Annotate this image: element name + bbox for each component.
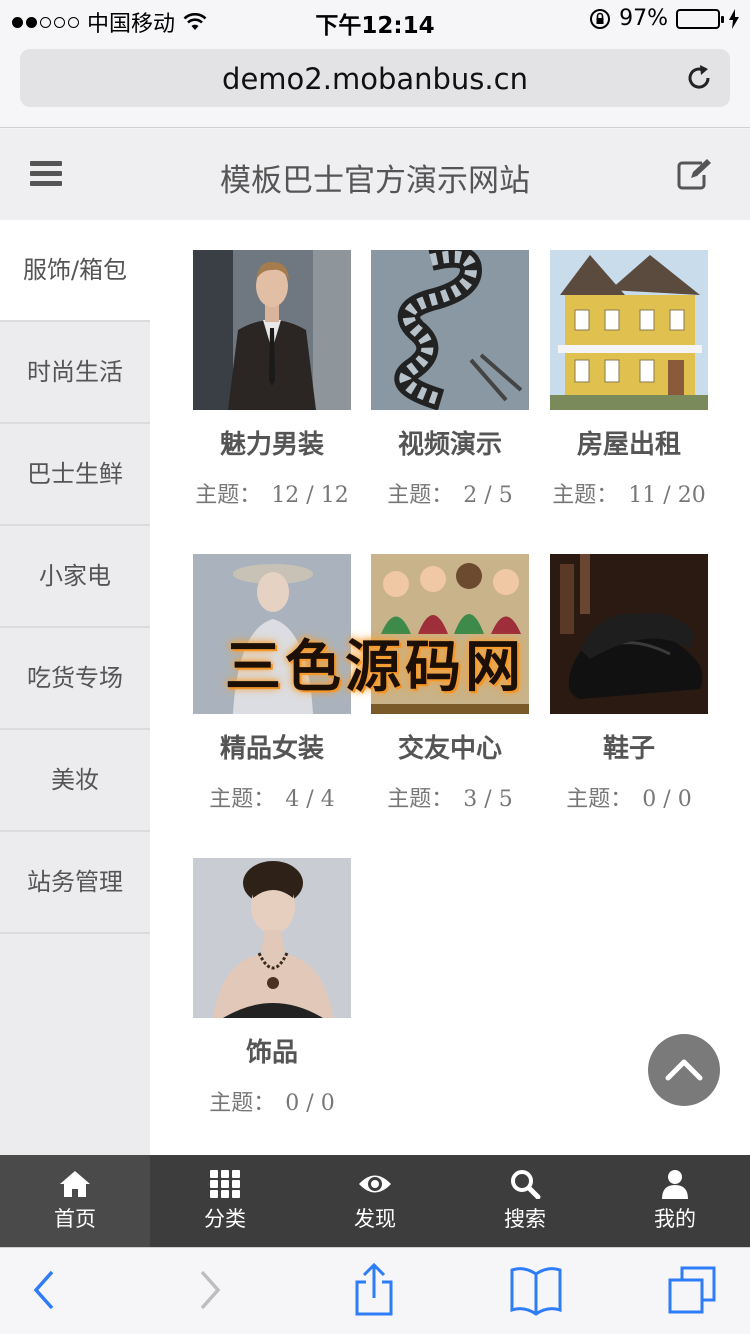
share-icon[interactable]	[352, 1262, 396, 1318]
forum-topic-count: 主题： 0 / 0	[566, 787, 692, 812]
sidebar-item-beauty[interactable]: 美妆	[0, 730, 150, 832]
category-sidebar: 服饰/箱包 时尚生活 巴士生鲜 小家电 吃货专场 美妆 站务管理	[0, 220, 150, 1155]
browser-toolbar	[0, 1247, 750, 1334]
watermark-overlay: 三色源码网	[225, 635, 525, 700]
house-thumbnail[interactable]	[550, 250, 708, 410]
site-header: 模板巴士官方演示网站	[0, 129, 750, 220]
forum-topic-count: 主题： 0 / 0	[209, 1091, 335, 1116]
address-bar[interactable]: demo2.mobanbus.cn	[20, 49, 730, 107]
forum-name[interactable]: 交友中心	[371, 728, 529, 765]
forum-name[interactable]: 视频演示	[371, 424, 529, 461]
status-right: 97%	[589, 6, 740, 31]
forum-name[interactable]: 鞋子	[550, 728, 708, 765]
sidebar-item-foodie[interactable]: 吃货专场	[0, 628, 150, 730]
forum-name[interactable]: 魅力男装	[193, 424, 351, 461]
edit-icon[interactable]	[676, 157, 714, 191]
nav-item-search[interactable]: 搜索	[450, 1155, 600, 1247]
nav-item-categories[interactable]: 分类	[150, 1155, 300, 1247]
forum-topic-count: 主题： 3 / 5	[387, 787, 513, 812]
jewelry-thumbnail[interactable]	[193, 858, 351, 1018]
forum-card[interactable]: 鞋子 主题： 0 / 0	[550, 554, 708, 813]
user-icon	[662, 1170, 688, 1199]
battery-icon	[676, 8, 724, 29]
forum-name[interactable]: 精品女装	[193, 728, 351, 765]
forum-name[interactable]: 房屋出租	[550, 424, 708, 461]
back-arrow-icon[interactable]	[30, 1268, 56, 1312]
forum-topic-count: 主题： 4 / 4	[209, 787, 335, 812]
nav-label: 搜索	[504, 1207, 546, 1231]
nav-label: 分类	[204, 1207, 246, 1231]
forum-topic-count: 主题： 12 / 12	[195, 483, 349, 508]
forum-card[interactable]: 房屋出租 主题： 11 / 20	[550, 250, 708, 509]
nav-label: 我的	[654, 1207, 696, 1231]
sidebar-item-fresh-food[interactable]: 巴士生鲜	[0, 424, 150, 526]
forum-name[interactable]: 饰品	[193, 1032, 351, 1069]
home-icon	[60, 1171, 90, 1197]
shoes-thumbnail[interactable]	[550, 554, 708, 714]
menswear-thumbnail[interactable]	[193, 250, 351, 410]
bottom-navigation: 首页 分类 发现 搜索 我的	[0, 1155, 750, 1247]
forum-card[interactable]: 饰品 主题： 0 / 0	[193, 858, 351, 1117]
forum-card[interactable]: 视频演示 主题： 2 / 5	[371, 250, 529, 509]
sidebar-item-site-admin[interactable]: 站务管理	[0, 832, 150, 934]
orientation-lock-icon	[590, 8, 611, 29]
eye-icon	[359, 1175, 391, 1193]
nav-item-profile[interactable]: 我的	[600, 1155, 750, 1247]
back-to-top-button[interactable]	[648, 1034, 720, 1106]
nav-item-home[interactable]: 首页	[0, 1155, 150, 1247]
nav-label: 发现	[354, 1207, 396, 1231]
forum-topic-count: 主题： 2 / 5	[387, 483, 513, 508]
search-icon	[511, 1170, 541, 1199]
grid-icon	[210, 1170, 240, 1198]
video-thumbnail[interactable]	[371, 250, 529, 410]
forum-card[interactable]: 魅力男装 主题： 12 / 12	[193, 250, 351, 509]
forward-arrow-icon[interactable]	[198, 1268, 224, 1312]
url-text[interactable]: demo2.mobanbus.cn	[20, 62, 730, 96]
browser-address-area: demo2.mobanbus.cn	[0, 40, 750, 128]
nav-label: 首页	[54, 1207, 96, 1231]
tabs-icon[interactable]	[666, 1264, 720, 1316]
battery-percent: 97%	[619, 6, 668, 31]
status-bar: 中国移动 下午12:14 97%	[0, 0, 750, 40]
sidebar-item-fashion-life[interactable]: 时尚生活	[0, 322, 150, 424]
sidebar-item-small-appliances[interactable]: 小家电	[0, 526, 150, 628]
forum-topic-count: 主题： 11 / 20	[552, 483, 706, 508]
bookmarks-icon[interactable]	[508, 1264, 564, 1316]
chevron-up-icon	[665, 1059, 703, 1081]
page-title: 模板巴士官方演示网站	[220, 163, 530, 199]
sidebar-item-apparel-bags[interactable]: 服饰/箱包	[0, 220, 150, 322]
reload-icon[interactable]	[684, 63, 714, 93]
nav-item-discover[interactable]: 发现	[300, 1155, 450, 1247]
charging-bolt-icon	[729, 8, 739, 29]
